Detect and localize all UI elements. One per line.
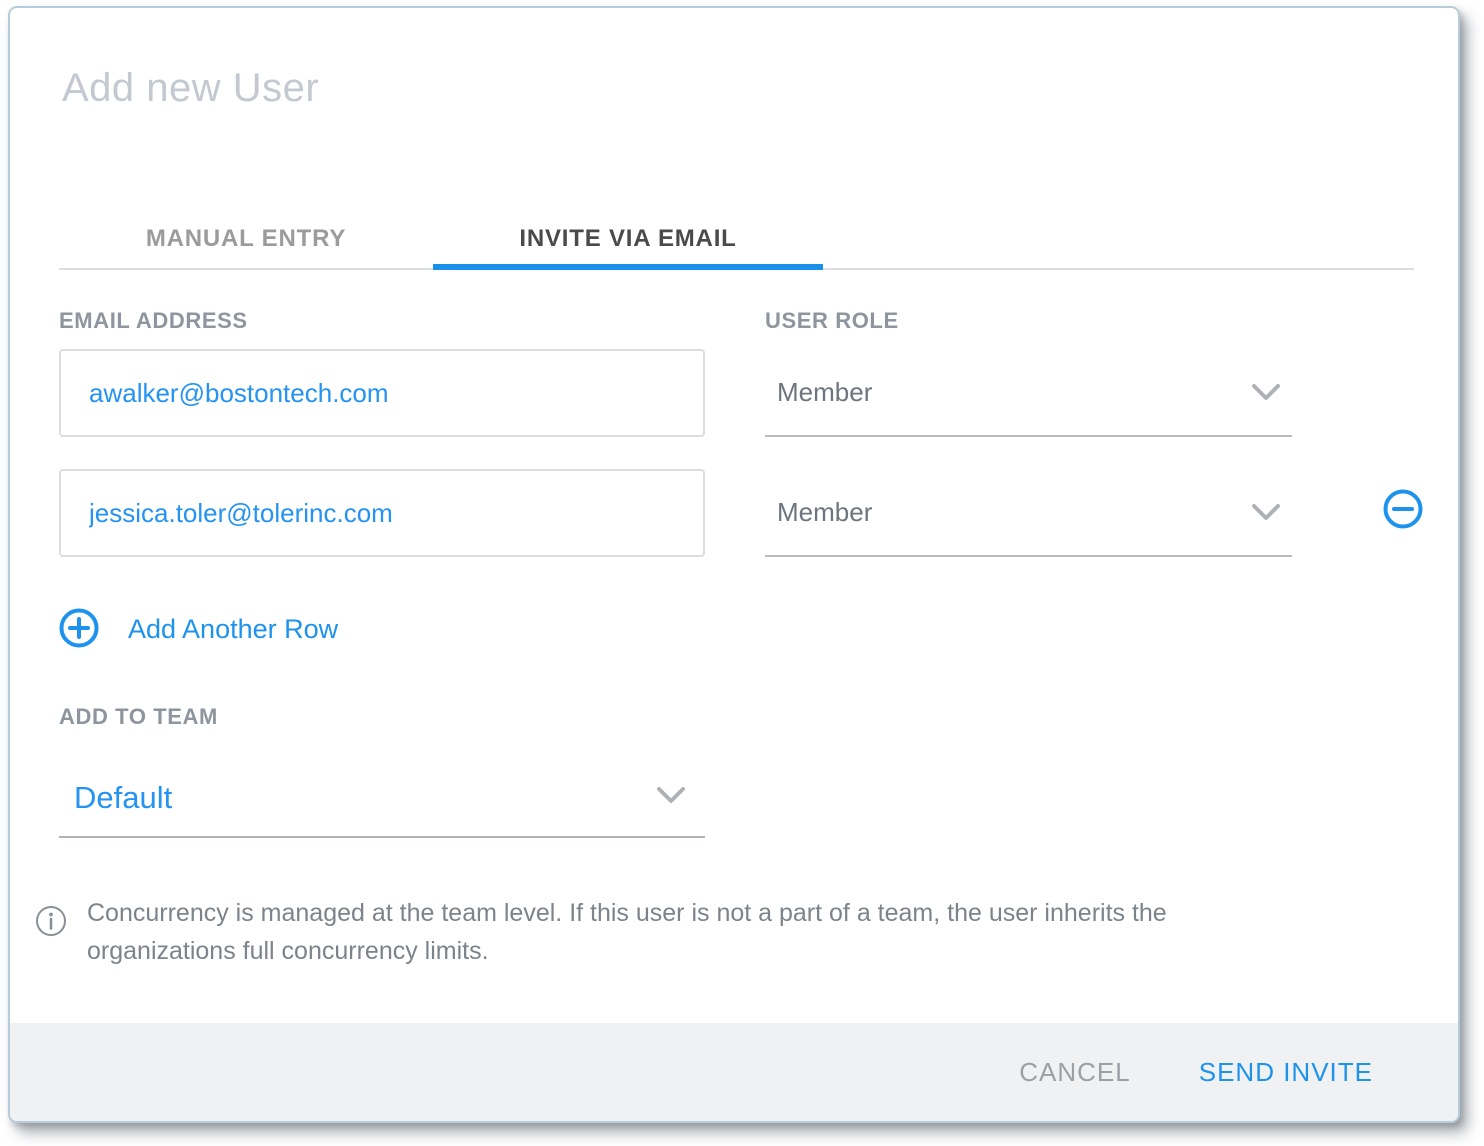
- chevron-down-icon: [1250, 383, 1282, 408]
- add-user-dialog: Add new User MANUAL ENTRY INVITE VIA EMA…: [8, 6, 1460, 1123]
- active-tab-underline: [433, 264, 823, 270]
- tab-invite-label: INVITE VIA EMAIL: [519, 225, 736, 253]
- tab-bar: MANUAL ENTRY INVITE VIA EMAIL: [59, 210, 1414, 270]
- remove-row-button[interactable]: [1381, 487, 1425, 531]
- email-input-1[interactable]: [59, 349, 705, 437]
- role-select-2[interactable]: Member: [765, 469, 1292, 557]
- info-icon: [35, 905, 67, 942]
- send-invite-button[interactable]: SEND INVITE: [1199, 1057, 1373, 1088]
- tab-invite-via-email[interactable]: INVITE VIA EMAIL: [433, 210, 823, 268]
- add-another-row-button[interactable]: Add Another Row: [57, 607, 338, 651]
- minus-circle-icon: [1381, 519, 1425, 534]
- email-address-label: EMAIL ADDRESS: [59, 308, 248, 334]
- user-role-label: USER ROLE: [765, 308, 899, 334]
- add-another-row-label: Add Another Row: [128, 614, 338, 645]
- dialog-footer: CANCEL SEND INVITE: [10, 1023, 1458, 1121]
- team-select[interactable]: Default: [59, 760, 705, 838]
- concurrency-note-text: Concurrency is managed at the team level…: [87, 894, 1287, 970]
- plus-circle-icon: [57, 606, 101, 653]
- role-select-1[interactable]: Member: [765, 349, 1292, 437]
- dialog-title: Add new User: [62, 66, 319, 111]
- add-to-team-label: ADD TO TEAM: [59, 704, 218, 730]
- concurrency-note: Concurrency is managed at the team level…: [35, 894, 1315, 970]
- chevron-down-icon: [1250, 503, 1282, 528]
- email-input-2[interactable]: [59, 469, 705, 557]
- team-select-value: Default: [59, 780, 172, 816]
- tab-manual-entry[interactable]: MANUAL ENTRY: [59, 210, 433, 268]
- chevron-down-icon: [655, 786, 687, 811]
- role-select-1-value: Member: [765, 377, 872, 408]
- role-select-2-value: Member: [765, 497, 872, 528]
- cancel-button[interactable]: CANCEL: [1019, 1057, 1130, 1088]
